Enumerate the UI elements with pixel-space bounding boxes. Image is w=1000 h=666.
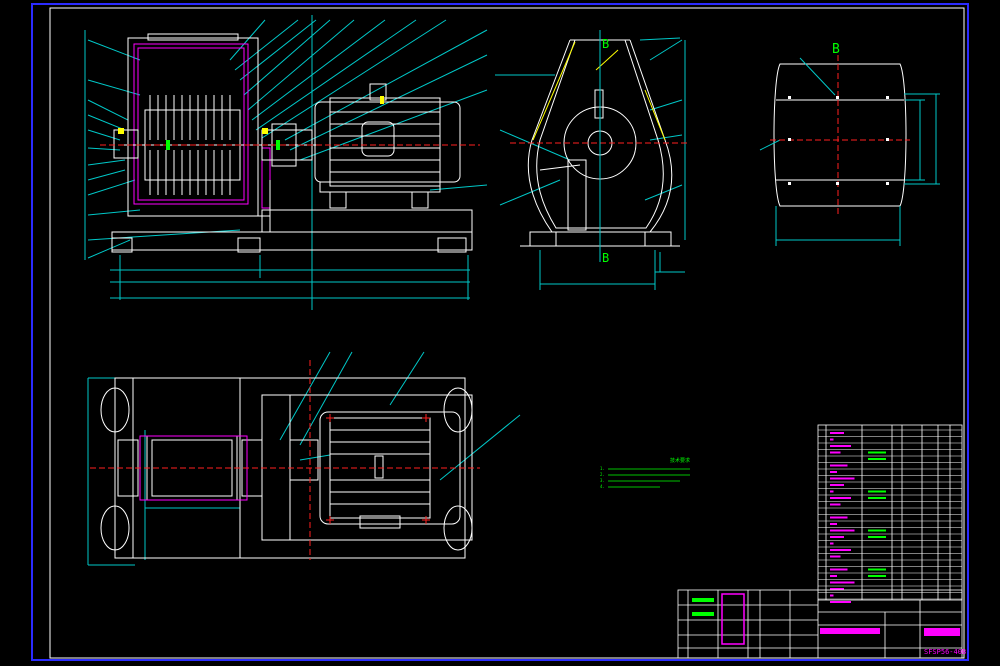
note-line-2: 2. bbox=[600, 472, 605, 477]
bom-row-lines bbox=[818, 429, 962, 600]
screen-view-label: B bbox=[832, 42, 840, 57]
note-line-3: 3. bbox=[600, 478, 605, 483]
screen-detail-view-B bbox=[759, 55, 940, 246]
top-plan-view bbox=[87, 351, 521, 566]
note-line-1: 1. bbox=[600, 466, 605, 471]
technical-notes: 技术要求 1. 2. 3. 4. bbox=[600, 457, 690, 489]
drawing-number: SFSP56-40B bbox=[924, 648, 966, 656]
side-elevation-view bbox=[84, 15, 488, 310]
section-marker-top: B bbox=[602, 37, 609, 51]
notes-heading: 技术要求 bbox=[670, 457, 690, 464]
note-line-4: 4. bbox=[600, 484, 605, 489]
cad-drawing-canvas: B B B 技术要求 1. 2. 3. 4. SFSP56-40B bbox=[0, 0, 1000, 666]
drawing-svg: B B B 技术要求 1. 2. 3. 4. SFSP56-40B bbox=[31, 3, 969, 661]
section-marker-bottom: B bbox=[602, 251, 609, 265]
bom-magenta-entries bbox=[830, 432, 855, 603]
bill-of-materials-table bbox=[817, 424, 963, 601]
end-section-view bbox=[495, 30, 690, 290]
outer-frame bbox=[31, 3, 969, 661]
inner-frame bbox=[49, 7, 965, 659]
